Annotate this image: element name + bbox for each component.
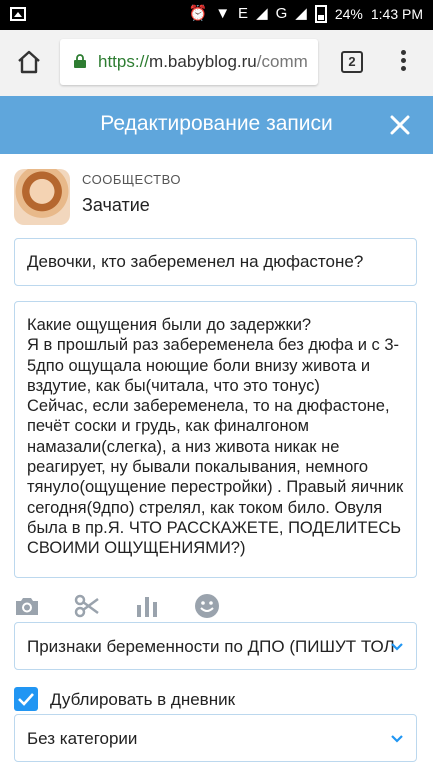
post-title-input[interactable]: Девочки, кто забеременел на дюфастоне? bbox=[14, 238, 417, 286]
status-icons: ⏰ ▼ E ◢ G ◢ 24% 1:43 PM bbox=[188, 5, 423, 23]
check-icon bbox=[18, 693, 34, 706]
home-icon[interactable] bbox=[16, 49, 42, 75]
battery-percent: 24% bbox=[334, 6, 363, 22]
category-select-value: Без категории bbox=[27, 729, 138, 748]
page-title: Редактирование записи bbox=[100, 112, 333, 135]
network-type-e: E bbox=[238, 5, 249, 22]
page-header: Редактирование записи bbox=[0, 96, 433, 154]
close-icon[interactable] bbox=[385, 110, 415, 140]
scissors-icon[interactable] bbox=[74, 593, 100, 619]
chart-icon[interactable] bbox=[134, 593, 160, 619]
community-label: СООБЩЕСТВО bbox=[82, 172, 181, 187]
signal-icon-2: ◢ bbox=[295, 5, 307, 22]
url-field[interactable]: https://m.babyblog.ru/comm bbox=[60, 39, 318, 85]
tag-select[interactable]: Признаки беременности по ДПО (ПИШУТ ТОЛ bbox=[14, 622, 417, 670]
network-type-g: G bbox=[275, 5, 288, 22]
more-menu-icon[interactable] bbox=[398, 50, 408, 76]
gallery-notification-icon bbox=[10, 7, 26, 21]
status-bar: ⏰ ▼ E ◢ G ◢ 24% 1:43 PM bbox=[0, 0, 433, 30]
duplicate-label[interactable]: Дублировать в дневник bbox=[50, 690, 235, 710]
tab-switcher-button[interactable]: 2 bbox=[341, 51, 363, 73]
alarm-icon: ⏰ bbox=[188, 5, 208, 22]
chevron-down-icon bbox=[391, 643, 403, 651]
battery-icon bbox=[314, 5, 327, 23]
url-text: https://m.babyblog.ru/comm bbox=[98, 52, 308, 72]
clock: 1:43 PM bbox=[370, 6, 423, 22]
tag-select-value: Признаки беременности по ДПО (ПИШУТ ТОЛ bbox=[27, 637, 395, 656]
url-scheme: https:// bbox=[98, 52, 150, 71]
signal-icon: ◢ bbox=[256, 5, 268, 22]
smiley-icon[interactable] bbox=[194, 593, 220, 619]
url-path: /comm bbox=[256, 52, 308, 71]
chevron-down-icon bbox=[391, 735, 403, 743]
wifi-icon: ▼ bbox=[215, 5, 231, 22]
url-host: m.babyblog.ru bbox=[149, 52, 257, 71]
duplicate-checkbox[interactable] bbox=[14, 687, 38, 711]
lock-icon bbox=[74, 54, 86, 68]
community-avatar bbox=[14, 169, 70, 225]
category-select[interactable]: Без категории bbox=[14, 714, 417, 762]
browser-toolbar: https://m.babyblog.ru/comm 2 bbox=[0, 30, 433, 97]
community-name[interactable]: Зачатие bbox=[82, 195, 150, 216]
camera-icon[interactable] bbox=[14, 593, 40, 619]
post-body-textarea[interactable]: Какие ощущения были до задержки? Я в про… bbox=[14, 301, 417, 578]
